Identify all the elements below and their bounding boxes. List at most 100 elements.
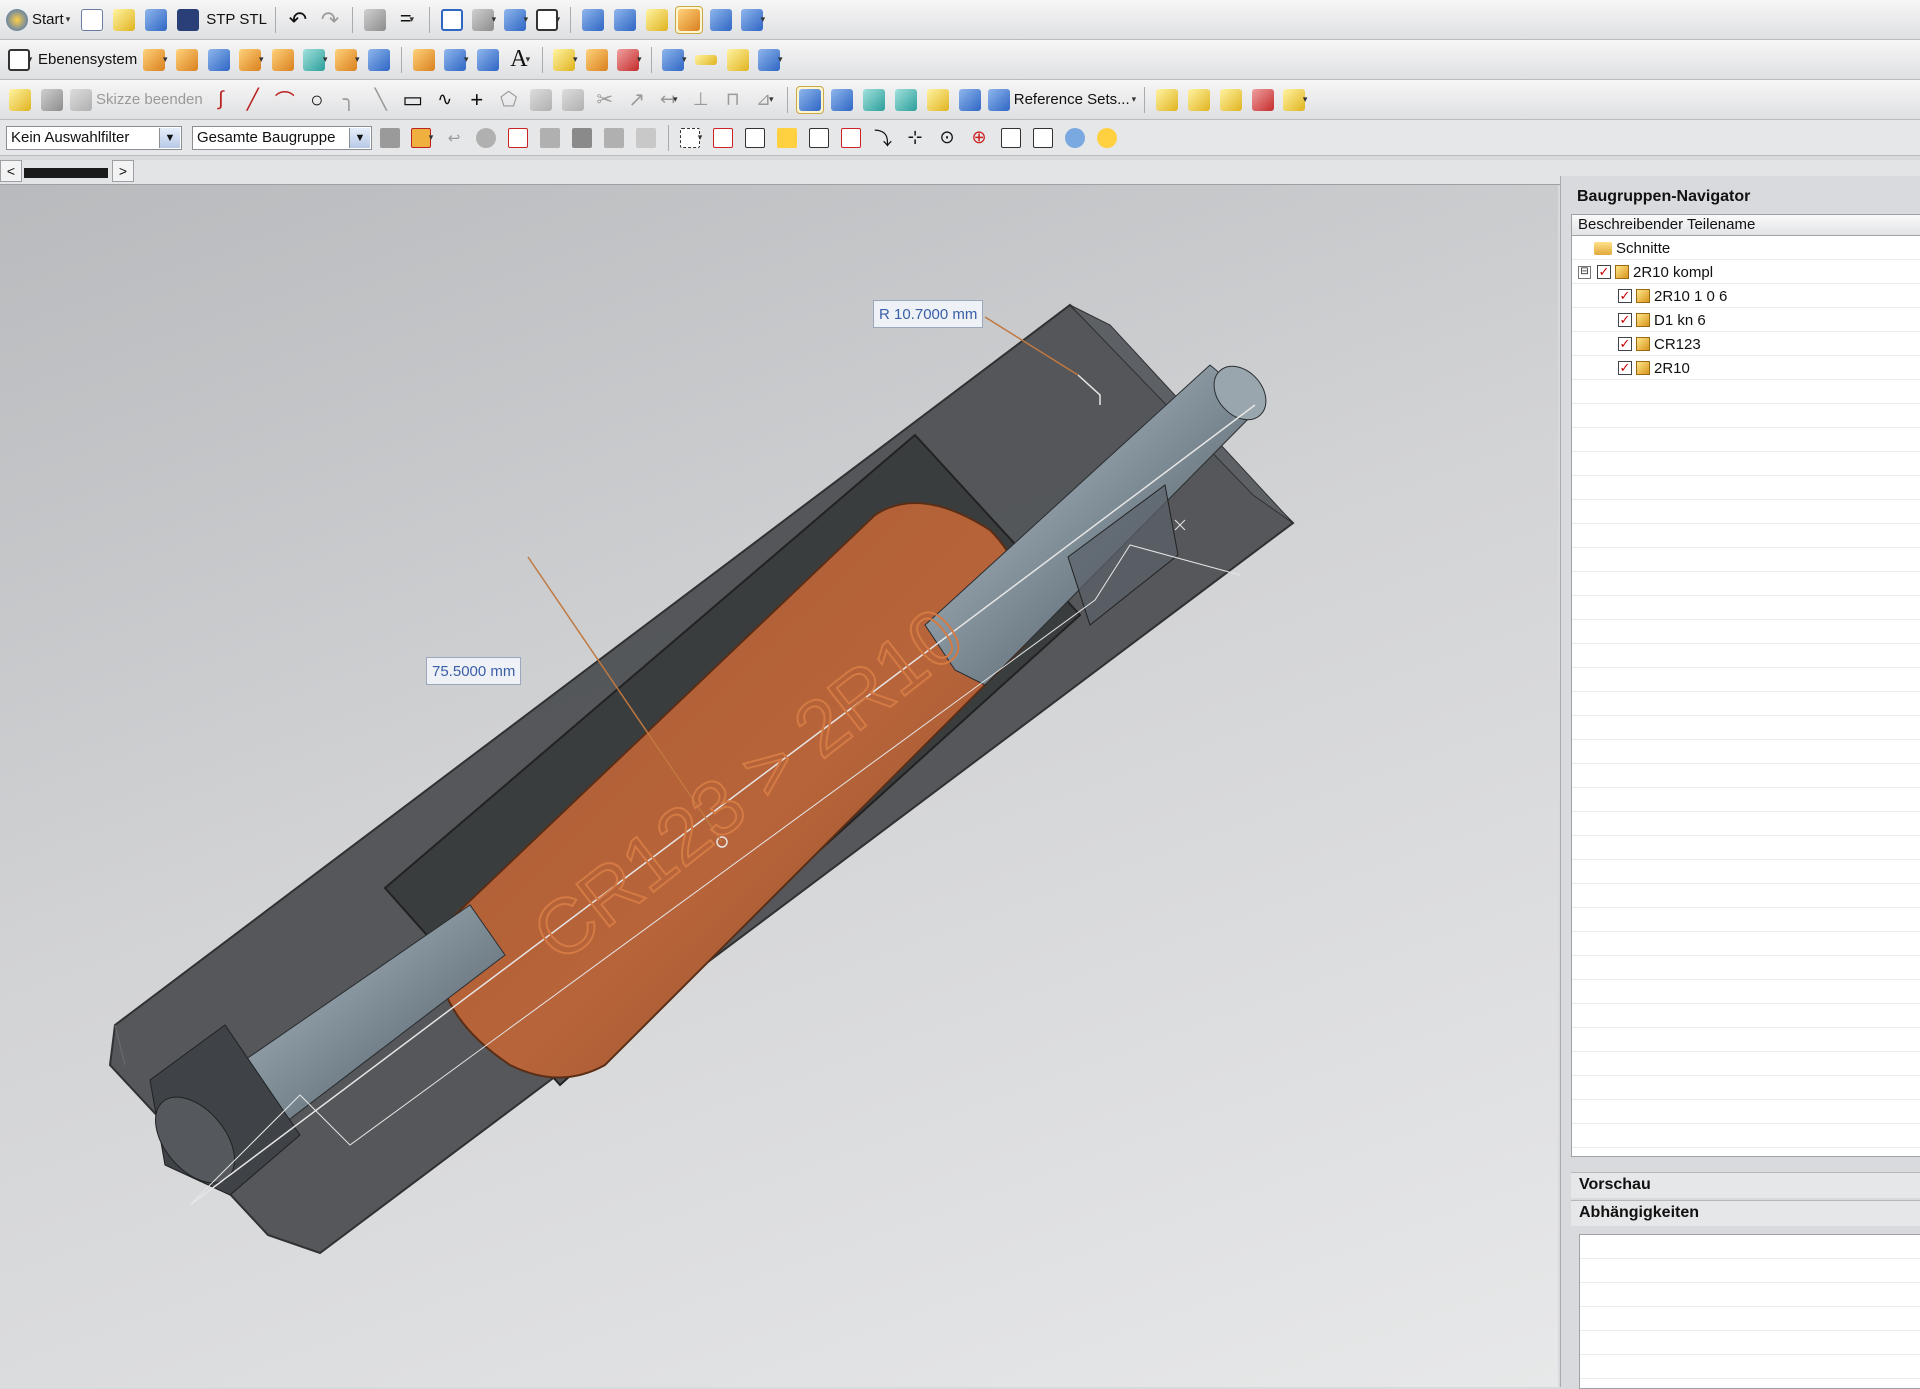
constraints-sketch-button[interactable]: ⊥: [687, 86, 715, 114]
collapse-icon[interactable]: ⊟: [1578, 265, 1591, 279]
solid-select-button[interactable]: [709, 124, 737, 152]
line-button[interactable]: ╱: [239, 86, 267, 114]
offset-face-button[interactable]: ▾: [442, 46, 470, 74]
constraint-button[interactable]: ▾: [615, 46, 643, 74]
measure-angle-button[interactable]: [724, 46, 752, 74]
filter-reset-button[interactable]: [376, 124, 404, 152]
graphics-window[interactable]: CR123 > 2R10 R 10.7000 mm 75.5000 mm: [0, 185, 1558, 1387]
point-button[interactable]: ▾: [301, 46, 329, 74]
new-component-button[interactable]: [1153, 86, 1181, 114]
binoculars-button[interactable]: [361, 6, 389, 34]
layer-system-button[interactable]: Ebenensystem: [38, 46, 137, 74]
move-to-layer-button[interactable]: [892, 86, 920, 114]
snap-line-button[interactable]: [805, 124, 833, 152]
add-selection-button[interactable]: [504, 124, 532, 152]
add-existing-button[interactable]: [1185, 86, 1213, 114]
chamfer-button[interactable]: ╲: [367, 86, 395, 114]
snap-endpoint-button[interactable]: [741, 124, 769, 152]
tree-node-2r10-kompl[interactable]: ⊟ ✓ 2R10 kompl: [1578, 260, 1713, 284]
measure-distance-button[interactable]: [692, 46, 720, 74]
active-tool-button[interactable]: [674, 5, 703, 34]
studio-spline-button[interactable]: ∿: [431, 86, 459, 114]
deselect-button[interactable]: ↩: [440, 124, 468, 152]
snap-existing-point-button[interactable]: [997, 124, 1025, 152]
snap-intersection-button[interactable]: ⊹: [901, 124, 929, 152]
background-button[interactable]: ▾: [534, 6, 562, 34]
select-all-button[interactable]: ▾: [408, 124, 436, 152]
snap-center-button[interactable]: ⊙: [933, 124, 961, 152]
pattern-curve-button[interactable]: [559, 86, 587, 114]
sketch-plane-button[interactable]: ▾: [6, 46, 34, 74]
dependencies-section-header[interactable]: Abhängigkeiten: [1571, 1200, 1920, 1226]
assembly-tool-2-button[interactable]: [611, 6, 639, 34]
snap-quadrant-button[interactable]: ⊕: [965, 124, 993, 152]
sew-button[interactable]: [365, 46, 393, 74]
extend-button[interactable]: ↗: [623, 86, 651, 114]
tree-node-part-1[interactable]: ✓ 2R10 1 0 6: [1618, 284, 1727, 308]
checkbox-icon[interactable]: ✓: [1618, 361, 1632, 375]
snap-midpoint-button[interactable]: [773, 124, 801, 152]
trim-button[interactable]: ✂: [591, 86, 619, 114]
checkbox-icon[interactable]: ✓: [1618, 337, 1632, 351]
save-button[interactable]: [174, 6, 202, 34]
open-file-button[interactable]: [110, 6, 138, 34]
offset-curve-button[interactable]: [527, 86, 555, 114]
column-header[interactable]: Beschreibender Teilename: [1571, 214, 1920, 236]
sketch-button[interactable]: [6, 86, 34, 114]
tree-node-schnitte[interactable]: Schnitte: [1594, 236, 1670, 260]
dimension-button[interactable]: ↤ ▾: [655, 86, 683, 114]
snap-face-button[interactable]: [1061, 124, 1089, 152]
tree-node-part-2[interactable]: ✓ D1 kn 6: [1618, 308, 1706, 332]
show-constraints-button[interactable]: ⊿ ▾: [751, 86, 779, 114]
start-button[interactable]: Start ▾: [6, 6, 74, 34]
view-orient-button[interactable]: ▾: [502, 6, 530, 34]
select-curve-button[interactable]: [632, 124, 660, 152]
shell-button[interactable]: [410, 46, 438, 74]
move-component-button[interactable]: [583, 46, 611, 74]
stl-export-button[interactable]: STL: [239, 6, 267, 34]
tab-scroll-right-button[interactable]: >: [112, 160, 134, 182]
tab-scroll-left-button[interactable]: <: [0, 160, 22, 182]
select-feature-button[interactable]: [536, 124, 564, 152]
undo-button[interactable]: ↶: [284, 6, 312, 34]
component-tool-button[interactable]: [707, 6, 735, 34]
unite-button[interactable]: ▾: [333, 46, 361, 74]
checkbox-icon[interactable]: ✓: [1618, 313, 1632, 327]
polygon-button[interactable]: ⬠: [495, 86, 523, 114]
snap-tangent-button[interactable]: [837, 124, 865, 152]
add-component-button[interactable]: ▾: [551, 46, 579, 74]
stp-export-button[interactable]: STP: [206, 6, 235, 34]
replace-component-button[interactable]: [956, 86, 984, 114]
wcs-button[interactable]: ▾: [756, 46, 784, 74]
extrude-button[interactable]: ▾: [141, 46, 169, 74]
sketch-view-button[interactable]: [38, 86, 66, 114]
active-tab-indicator[interactable]: [24, 168, 108, 178]
profile-button[interactable]: ∫: [207, 86, 235, 114]
length-dimension-label[interactable]: 75.5000 mm: [426, 657, 522, 685]
wave-linker-button[interactable]: [924, 86, 952, 114]
text-tool-button[interactable]: A ▾: [506, 46, 534, 74]
equals-button[interactable]: = ▾: [393, 6, 421, 34]
point-sketch-button[interactable]: +: [463, 86, 491, 114]
preview-section-header[interactable]: Vorschau: [1571, 1172, 1920, 1198]
explode-button[interactable]: ▾: [1281, 86, 1309, 114]
door-tool-button[interactable]: ▾: [739, 6, 767, 34]
snap-bounded-button[interactable]: [1093, 124, 1121, 152]
select-body-button[interactable]: [568, 124, 596, 152]
mate-button[interactable]: [1217, 86, 1245, 114]
checkbox-icon[interactable]: ✓: [1618, 289, 1632, 303]
render-style-button[interactable]: ▾: [470, 6, 498, 34]
rectangle-button[interactable]: ▭: [399, 86, 427, 114]
shaded-view-button[interactable]: [795, 85, 824, 114]
arc-button[interactable]: ⌒: [271, 86, 299, 114]
checkbox-icon[interactable]: ✓: [1597, 265, 1611, 279]
analysis-button[interactable]: ▾: [660, 46, 688, 74]
revolve-button[interactable]: [173, 46, 201, 74]
tree-node-part-3[interactable]: ✓ CR123: [1618, 332, 1701, 356]
save-all-button[interactable]: [142, 6, 170, 34]
snap-on-curve-button[interactable]: [1029, 124, 1057, 152]
select-face-button[interactable]: [600, 124, 628, 152]
type-filter-select[interactable]: Kein Auswahlfilter ▼: [6, 125, 182, 150]
view-selection-button[interactable]: [472, 124, 500, 152]
hole-button[interactable]: ▾: [237, 46, 265, 74]
